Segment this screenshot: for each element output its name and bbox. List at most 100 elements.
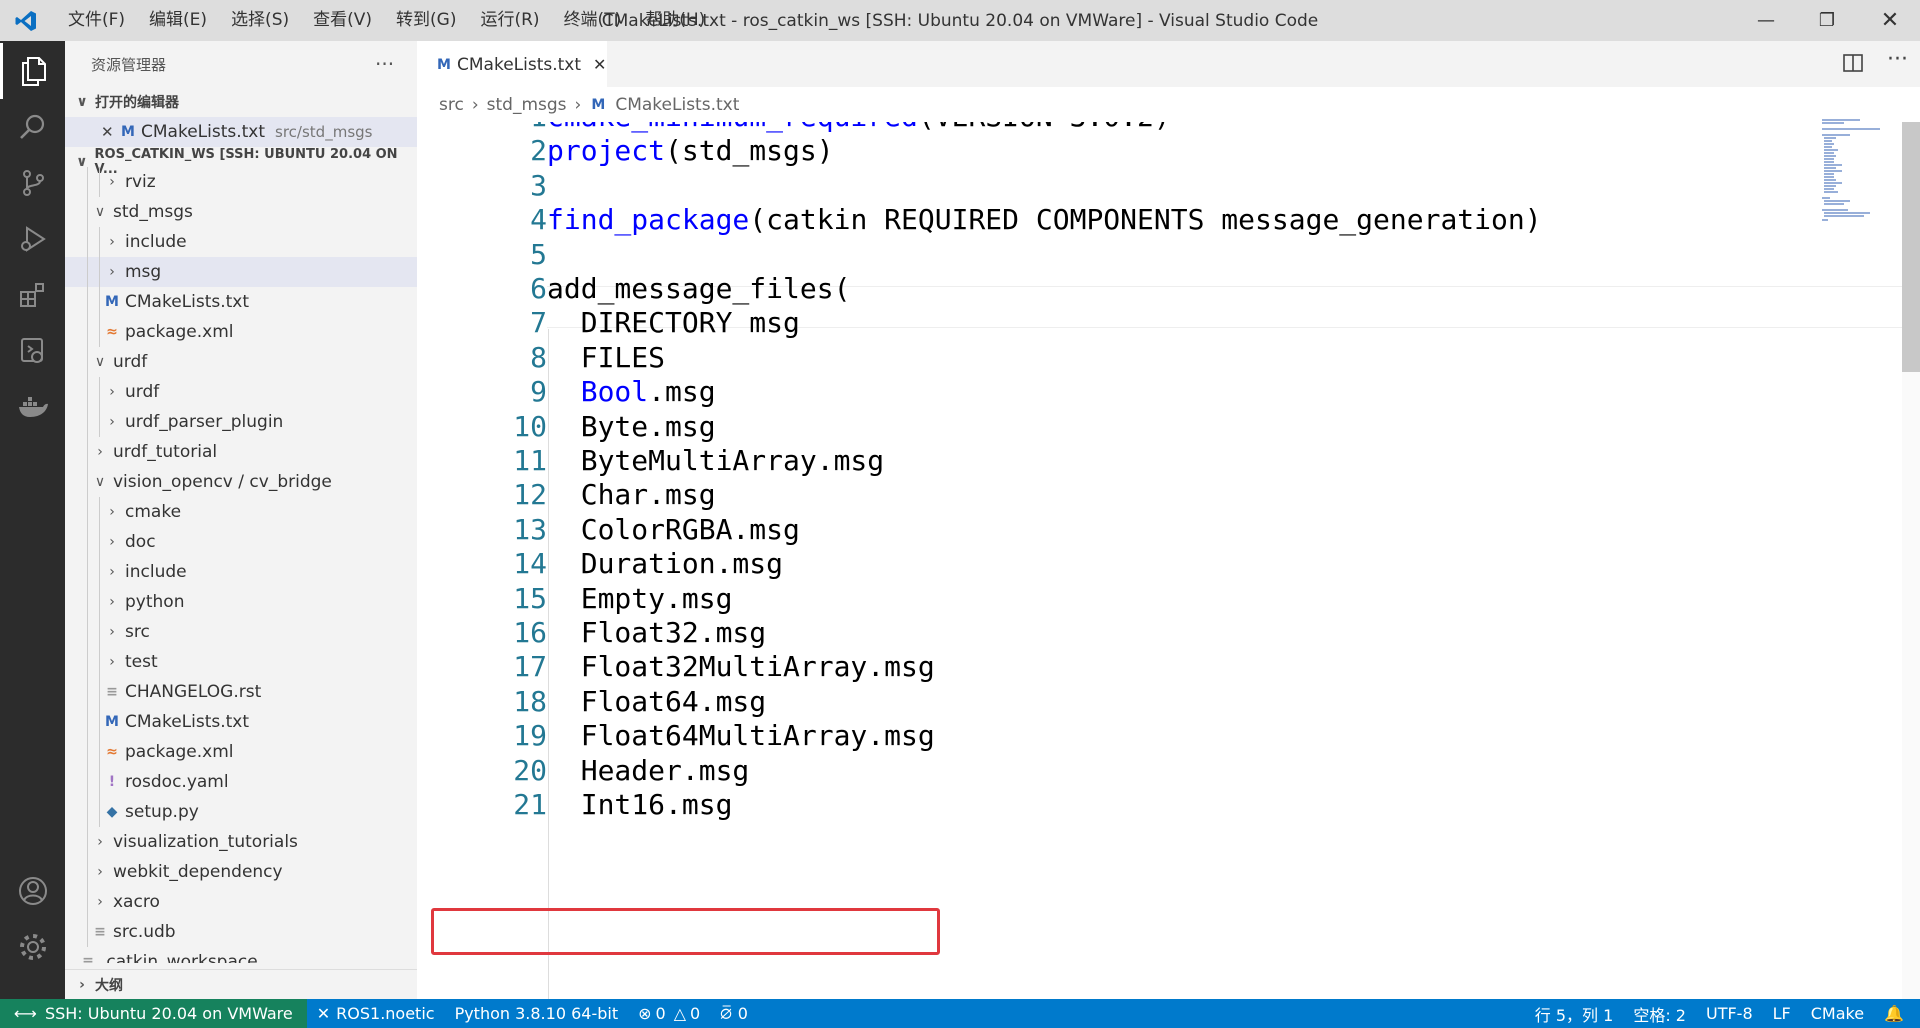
tree-item-label: vision_opencv / cv_bridge (113, 472, 332, 492)
language-mode[interactable]: CMake (1801, 1004, 1874, 1023)
remote-explorer-icon[interactable] (0, 323, 65, 379)
tree-item[interactable]: ∨ vision_opencv / cv_bridge (65, 467, 417, 497)
code-keyword: find_package (547, 203, 750, 236)
extensions-icon[interactable] (0, 267, 65, 323)
tree-item[interactable]: M CMakeLists.txt (65, 707, 417, 737)
code-text: (VERSION 3.0.2) (918, 122, 1171, 133)
tree-item[interactable]: › urdf (65, 377, 417, 407)
notifications-bell-icon[interactable]: 🔔 (1874, 1004, 1914, 1023)
indentation[interactable]: 空格: 2 (1623, 1002, 1696, 1026)
tree-item[interactable]: M CMakeLists.txt (65, 287, 417, 317)
run-debug-icon[interactable] (0, 211, 65, 267)
tree-item-label: urdf_tutorial (113, 442, 218, 462)
remote-indicator[interactable]: ⟷ SSH: Ubuntu 20.04 on VMWare (0, 999, 307, 1028)
tree-item-label: CHANGELOG.rst (125, 682, 262, 702)
docker-icon[interactable] (0, 379, 65, 435)
menu-item[interactable]: 选择(S) (219, 0, 301, 41)
close-icon[interactable]: ✕ (101, 123, 119, 141)
restore-button[interactable]: ❐ (1797, 0, 1857, 41)
tree-item-label: package.xml (125, 322, 234, 342)
menu-item[interactable]: 终端(T) (552, 0, 634, 41)
code-editor[interactable]: 1cmake_minimum_required(VERSION 3.0.2)2p… (417, 122, 1920, 999)
tree-item[interactable]: › visualization_tutorials (65, 827, 417, 857)
end-of-line[interactable]: LF (1763, 1004, 1801, 1023)
breadcrumb-file[interactable]: CMakeLists.txt (615, 95, 739, 115)
problems-indicator[interactable]: ⊗ 0 △ 0 (628, 1004, 710, 1023)
ports-indicator[interactable]: ⦱ 0 (710, 1004, 758, 1024)
tree-item[interactable]: ≈ package.xml (65, 317, 417, 347)
tree-item[interactable]: › urdf_parser_plugin (65, 407, 417, 437)
outline-section[interactable]: › 大纲 (65, 969, 417, 999)
tree-item[interactable]: ◆ setup.py (65, 797, 417, 827)
menu-item[interactable]: 查看(V) (301, 0, 384, 41)
indent-guide (87, 527, 88, 557)
chevron-right-icon: › (109, 594, 115, 610)
tree-item[interactable]: › rviz (65, 167, 417, 197)
more-actions-icon[interactable]: ··· (1887, 47, 1908, 72)
indent-guide (87, 917, 88, 947)
tree-item[interactable]: › doc (65, 527, 417, 557)
tree-item[interactable]: ≡ CHANGELOG.rst (65, 677, 417, 707)
tree-item[interactable]: › cmake (65, 497, 417, 527)
indent-guide (87, 467, 88, 497)
tab-close-icon[interactable]: ✕ (593, 55, 606, 74)
minimize-button[interactable]: — (1736, 0, 1796, 41)
tree-item-label: test (125, 652, 158, 672)
tree-item[interactable]: › python (65, 587, 417, 617)
open-editor-item[interactable]: ✕ M CMakeLists.txt src/std_msgs (65, 117, 417, 147)
tree-item[interactable]: ≡ .catkin_workspace (65, 947, 417, 963)
line-number: 5 (530, 238, 547, 271)
code-line: Empty.msg (547, 582, 733, 615)
explorer-icon[interactable] (0, 43, 65, 99)
tree-item[interactable]: › webkit_dependency (65, 857, 417, 887)
tree-item[interactable]: ∨ urdf (65, 347, 417, 377)
ros-status[interactable]: ✕ ROS1.noetic (307, 1004, 445, 1023)
menu-item[interactable]: 运行(R) (468, 0, 551, 41)
chevron-right-icon: › (109, 234, 115, 250)
menu-item[interactable]: 文件(F) (56, 0, 137, 41)
tree-item[interactable]: › test (65, 647, 417, 677)
tree-item[interactable]: › urdf_tutorial (65, 437, 417, 467)
open-editors-section[interactable]: ∨ 打开的编辑器 (65, 87, 417, 117)
menu-item[interactable]: 转到(G) (384, 0, 468, 41)
tree-item[interactable]: ≈ package.xml (65, 737, 417, 767)
breadcrumb-src[interactable]: src (439, 95, 464, 115)
tree-item[interactable]: ∨ std_msgs (65, 197, 417, 227)
tree-item[interactable]: › include (65, 557, 417, 587)
minimap[interactable] (1820, 118, 1900, 228)
breadcrumb-std-msgs[interactable]: std_msgs (487, 95, 567, 115)
more-actions-icon[interactable]: ··· (375, 52, 394, 76)
indent-guide (87, 857, 88, 887)
account-icon[interactable] (0, 863, 65, 919)
tab-cmakelists[interactable]: M CMakeLists.txt ✕ (417, 41, 607, 87)
cursor-position[interactable]: 行 5，列 1 (1525, 1002, 1624, 1026)
text-file-icon: ≡ (94, 924, 106, 940)
indent-guide (87, 347, 88, 377)
menu-item[interactable]: 编辑(E) (137, 0, 219, 41)
settings-gear-icon[interactable] (0, 919, 65, 975)
open-editors-header: 打开的编辑器 (95, 95, 179, 111)
warning-icon: △ (673, 1004, 686, 1023)
line-number: 4 (530, 203, 547, 236)
indent-guide (87, 227, 88, 257)
python-interpreter[interactable]: Python 3.8.10 64-bit (445, 1004, 629, 1023)
tree-item[interactable]: › include (65, 227, 417, 257)
scrollbar-thumb[interactable] (1902, 122, 1920, 372)
tree-item[interactable]: › xacro (65, 887, 417, 917)
indent-guide (99, 527, 100, 557)
split-editor-icon[interactable] (1842, 52, 1864, 78)
indent-guide (99, 377, 100, 407)
chevron-down-icon: ∨ (94, 204, 106, 220)
error-count: 0 (655, 1004, 666, 1023)
tree-item-label: CMakeLists.txt (125, 292, 250, 312)
tree-item[interactable]: › msg (65, 257, 417, 287)
source-control-icon[interactable] (0, 155, 65, 211)
menu-item[interactable]: 帮助(H) (633, 0, 717, 41)
close-window-button[interactable]: ✕ (1860, 0, 1920, 41)
encoding[interactable]: UTF-8 (1696, 1004, 1763, 1023)
tree-item[interactable]: ≡ src.udb (65, 917, 417, 947)
search-icon[interactable] (0, 99, 65, 155)
tree-item[interactable]: ! rosdoc.yaml (65, 767, 417, 797)
indent-guide (99, 647, 100, 677)
tree-item[interactable]: › src (65, 617, 417, 647)
